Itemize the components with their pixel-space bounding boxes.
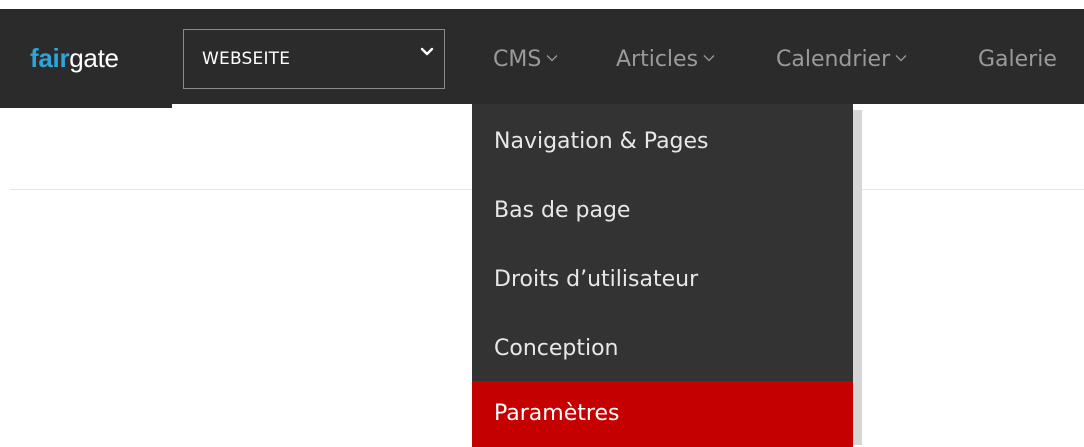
- menu-item-bas-de-page[interactable]: Bas de page: [472, 178, 853, 244]
- menu-item-parametres[interactable]: Paramètres: [472, 381, 853, 447]
- cms-dropdown-menu: Navigation & Pages Bas de page Droits d’…: [472, 104, 853, 447]
- menu-item-droits-utilisateur[interactable]: Droits d’utilisateur: [472, 247, 853, 313]
- nav-item-galerie[interactable]: Galerie: [978, 46, 1057, 74]
- nav-item-articles[interactable]: Articles: [616, 46, 715, 74]
- website-select[interactable]: WEBSEITE: [183, 29, 445, 89]
- chevron-down-icon: [420, 47, 434, 56]
- chevron-down-icon: [703, 55, 715, 62]
- nav-item-label: Galerie: [978, 47, 1057, 72]
- chevron-down-icon: [546, 55, 558, 62]
- menu-item-navigation-pages[interactable]: Navigation & Pages: [472, 109, 853, 175]
- nav-item-label: CMS: [493, 47, 542, 72]
- nav-item-label: Articles: [616, 47, 699, 72]
- fairgate-logo[interactable]: fairgate: [30, 42, 119, 74]
- nav-item-calendrier[interactable]: Calendrier: [776, 46, 907, 74]
- logo-accent-text: fair: [30, 43, 70, 73]
- website-select-value: WEBSEITE: [202, 49, 291, 69]
- chevron-down-icon: [895, 55, 907, 62]
- logo-area-underline: [0, 104, 172, 108]
- menu-item-conception[interactable]: Conception: [472, 316, 853, 382]
- nav-item-cms[interactable]: CMS: [493, 46, 558, 74]
- logo-rest-text: gate: [69, 43, 119, 73]
- nav-item-label: Calendrier: [776, 47, 891, 72]
